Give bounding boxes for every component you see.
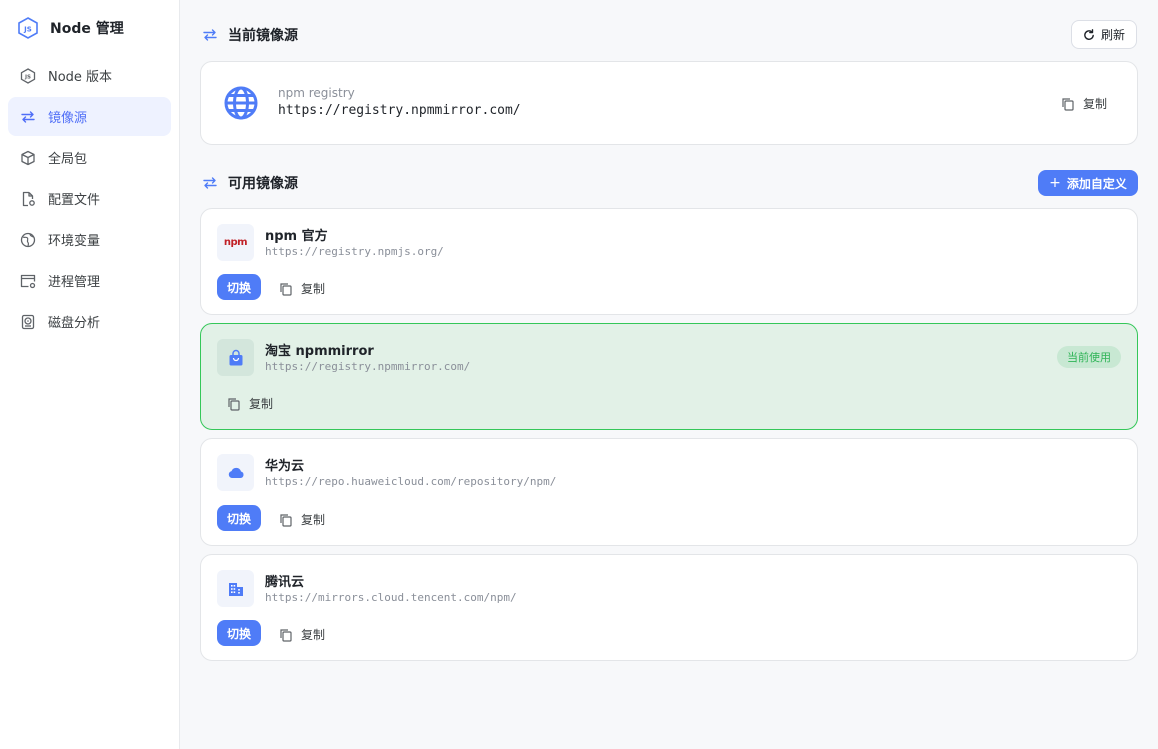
package-icon [21,150,35,165]
sidebar-item-label: 镜像源 [48,111,88,126]
mirror-url: https://repo.huaweicloud.com/repository/… [265,475,557,488]
cloud-icon [217,454,254,491]
copy-label: 复制 [301,282,326,296]
sidebar-nav: JS Node 版本 镜像源 全局包 配置文件 环境变量 进程管理 磁盘分析 [8,56,171,343]
main-content: 当前镜像源 刷新 npm registry https://registry.n… [180,0,1158,749]
in-use-badge: 当前使用 [1057,346,1121,368]
section-title-text: 可用镜像源 [228,176,298,192]
sidebar-item-label: Node 版本 [48,70,113,85]
mirror-card-tencent: 腾讯云 https://mirrors.cloud.tencent.com/np… [200,554,1138,661]
refresh-label: 刷新 [1100,28,1125,42]
current-mirror-card: npm registry https://registry.npmmirror.… [200,61,1138,145]
current-registry-label: npm registry [278,86,355,100]
mirror-name: 华为云 [265,459,305,474]
nodejs-logo-icon: JS [18,17,38,39]
refresh-button[interactable]: 刷新 [1071,20,1137,49]
sidebar: JS Node 管理 JS Node 版本 镜像源 全局包 配置文件 环境变量 … [0,0,180,749]
copy-icon [1062,97,1074,111]
sidebar-item-env-vars[interactable]: 环境变量 [8,220,171,259]
sidebar-item-label: 配置文件 [48,193,101,208]
section-title-text: 当前镜像源 [228,28,298,44]
copy-icon [280,513,292,527]
copy-url-button[interactable]: 复制 [279,280,325,297]
nodejs-icon: JS [20,67,36,84]
window-gear-icon [20,274,36,288]
sidebar-item-label: 环境变量 [48,234,101,249]
mirror-name: npm 官方 [265,229,328,244]
switch-button[interactable]: 切换 [217,505,261,531]
swap-arrows-icon [203,29,217,41]
current-section-title: 当前镜像源 [202,25,298,45]
copy-label: 复制 [249,397,274,411]
copy-label: 复制 [1082,97,1107,111]
globe-icon [224,86,258,120]
mirror-name: 淘宝 npmmirror [265,344,374,359]
mirror-url: https://registry.npmjs.org/ [265,245,444,258]
add-custom-label: 添加自定义 [1066,176,1127,191]
sidebar-item-global-packages[interactable]: 全局包 [8,138,171,177]
mirror-card-huawei: 华为云 https://repo.huaweicloud.com/reposit… [200,438,1138,546]
sidebar-item-label: 进程管理 [48,275,101,290]
brand-title: Node 管理 [50,21,124,37]
copy-url-button[interactable]: 复制 [279,511,325,528]
sidebar-item-node-version[interactable]: JS Node 版本 [8,56,171,95]
shopping-bag-icon [217,339,254,376]
mirror-card-npm: npm npm 官方 https://registry.npmjs.org/ 切… [200,208,1138,315]
copy-icon [228,397,240,411]
globe-icon [20,232,36,247]
mirror-url: https://mirrors.cloud.tencent.com/npm/ [265,591,517,604]
refresh-icon [1084,28,1094,40]
current-registry-url: https://registry.npmmirror.com/ [278,103,521,118]
npm-logo-icon: npm [217,224,254,261]
copy-icon [280,628,292,642]
sidebar-item-label: 全局包 [48,152,88,167]
mirror-card-taobao: 淘宝 npmmirror https://registry.npmmirror.… [200,323,1138,430]
copy-icon [280,282,292,296]
copy-label: 复制 [301,628,326,642]
copy-current-url-button[interactable]: 复制 [1061,95,1107,112]
file-gear-icon [22,191,35,206]
switch-button[interactable]: 切换 [217,274,261,300]
sidebar-item-config-files[interactable]: 配置文件 [8,179,171,218]
brand: JS Node 管理 [18,16,124,40]
disk-icon [21,314,35,329]
copy-url-button[interactable]: 复制 [279,626,325,643]
mirror-name: 腾讯云 [265,575,305,590]
copy-label: 复制 [301,513,326,527]
svg-text:JS: JS [24,74,31,80]
switch-button[interactable]: 切换 [217,620,261,646]
sidebar-item-disk-analysis[interactable]: 磁盘分析 [8,302,171,341]
plus-icon: + [1049,175,1061,191]
sidebar-item-processes[interactable]: 进程管理 [8,261,171,300]
add-custom-mirror-button[interactable]: + 添加自定义 [1038,170,1138,196]
sidebar-item-label: 磁盘分析 [48,316,101,331]
swap-arrows-icon [203,177,217,189]
svg-text:JS: JS [23,26,32,34]
copy-url-button[interactable]: 复制 [227,395,273,412]
available-section-title: 可用镜像源 [202,173,298,193]
swap-arrows-icon [21,110,35,123]
sidebar-item-mirrors[interactable]: 镜像源 [8,97,171,136]
building-icon [217,570,254,607]
mirror-url: https://registry.npmmirror.com/ [265,360,471,373]
